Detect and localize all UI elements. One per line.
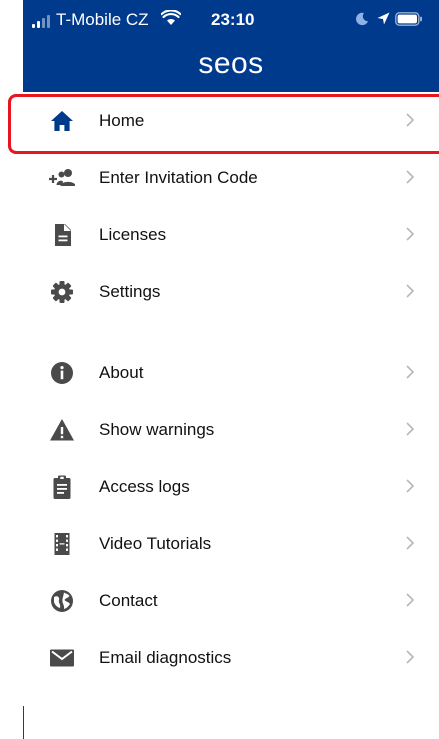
do-not-disturb-icon (356, 12, 368, 26)
chevron-right-icon (406, 593, 415, 607)
chevron-right-icon (406, 365, 415, 379)
chevron-right-icon (406, 536, 415, 550)
chevron-right-icon (406, 650, 415, 664)
menu-item-label: Show warnings (99, 420, 215, 439)
menu-item-label: About (99, 363, 144, 382)
wifi-icon (161, 10, 181, 25)
menu-item-label: Home (99, 111, 145, 130)
cellular-signal-icon (32, 14, 54, 28)
menu-item-about[interactable]: About (23, 344, 439, 401)
document-icon (55, 224, 71, 246)
menu-item-label: Email diagnostics (99, 648, 232, 667)
globe-icon (51, 590, 73, 612)
menu-item-enter-invitation-code[interactable]: Enter Invitation Code (23, 149, 439, 206)
menu-item-label: Access logs (99, 477, 190, 496)
chevron-right-icon (406, 422, 415, 436)
gear-icon (51, 281, 73, 303)
location-arrow-icon (377, 12, 390, 25)
app-logo: seos (198, 47, 264, 80)
menu-item-access-logs[interactable]: Access logs (23, 458, 439, 515)
menu-item-settings[interactable]: Settings (23, 263, 439, 320)
clipboard-icon (53, 475, 71, 499)
film-icon (54, 533, 70, 555)
carrier-name: T-Mobile CZ (56, 10, 149, 29)
menu-section-gap (23, 320, 439, 344)
clock-time: 23:10 (211, 10, 255, 29)
chevron-right-icon (406, 479, 415, 493)
menu-item-label: Enter Invitation Code (99, 168, 258, 187)
warning-icon (50, 419, 74, 441)
menu-item-home[interactable]: Home (23, 92, 439, 149)
home-icon (51, 111, 73, 131)
status-bar: T-Mobile CZ 23:10 (23, 0, 439, 40)
add-people-icon (49, 169, 75, 186)
menu-item-contact[interactable]: Contact (23, 572, 439, 629)
menu-item-label: Video Tutorials (99, 534, 212, 553)
menu-item-label: Settings (99, 282, 161, 301)
chevron-right-icon (406, 227, 415, 241)
envelope-icon (50, 649, 74, 667)
menu-item-label: Licenses (99, 225, 167, 244)
menu-item-licenses[interactable]: Licenses (23, 206, 439, 263)
screen-edge-divider (23, 706, 24, 739)
info-icon (51, 362, 73, 384)
chevron-right-icon (406, 113, 415, 127)
chevron-right-icon (406, 284, 415, 298)
menu-item-video-tutorials[interactable]: Video Tutorials (23, 515, 439, 572)
menu-item-label: Contact (99, 591, 158, 610)
app-screen: T-Mobile CZ 23:10 seos Home Enter Invita… (23, 0, 439, 739)
chevron-right-icon (406, 170, 415, 184)
main-menu: Home Enter Invitation Code Licenses Sett… (23, 92, 439, 686)
menu-item-email-diagnostics[interactable]: Email diagnostics (23, 629, 439, 686)
app-header: T-Mobile CZ 23:10 seos (23, 0, 439, 92)
menu-item-show-warnings[interactable]: Show warnings (23, 401, 439, 458)
battery-icon (395, 12, 422, 26)
